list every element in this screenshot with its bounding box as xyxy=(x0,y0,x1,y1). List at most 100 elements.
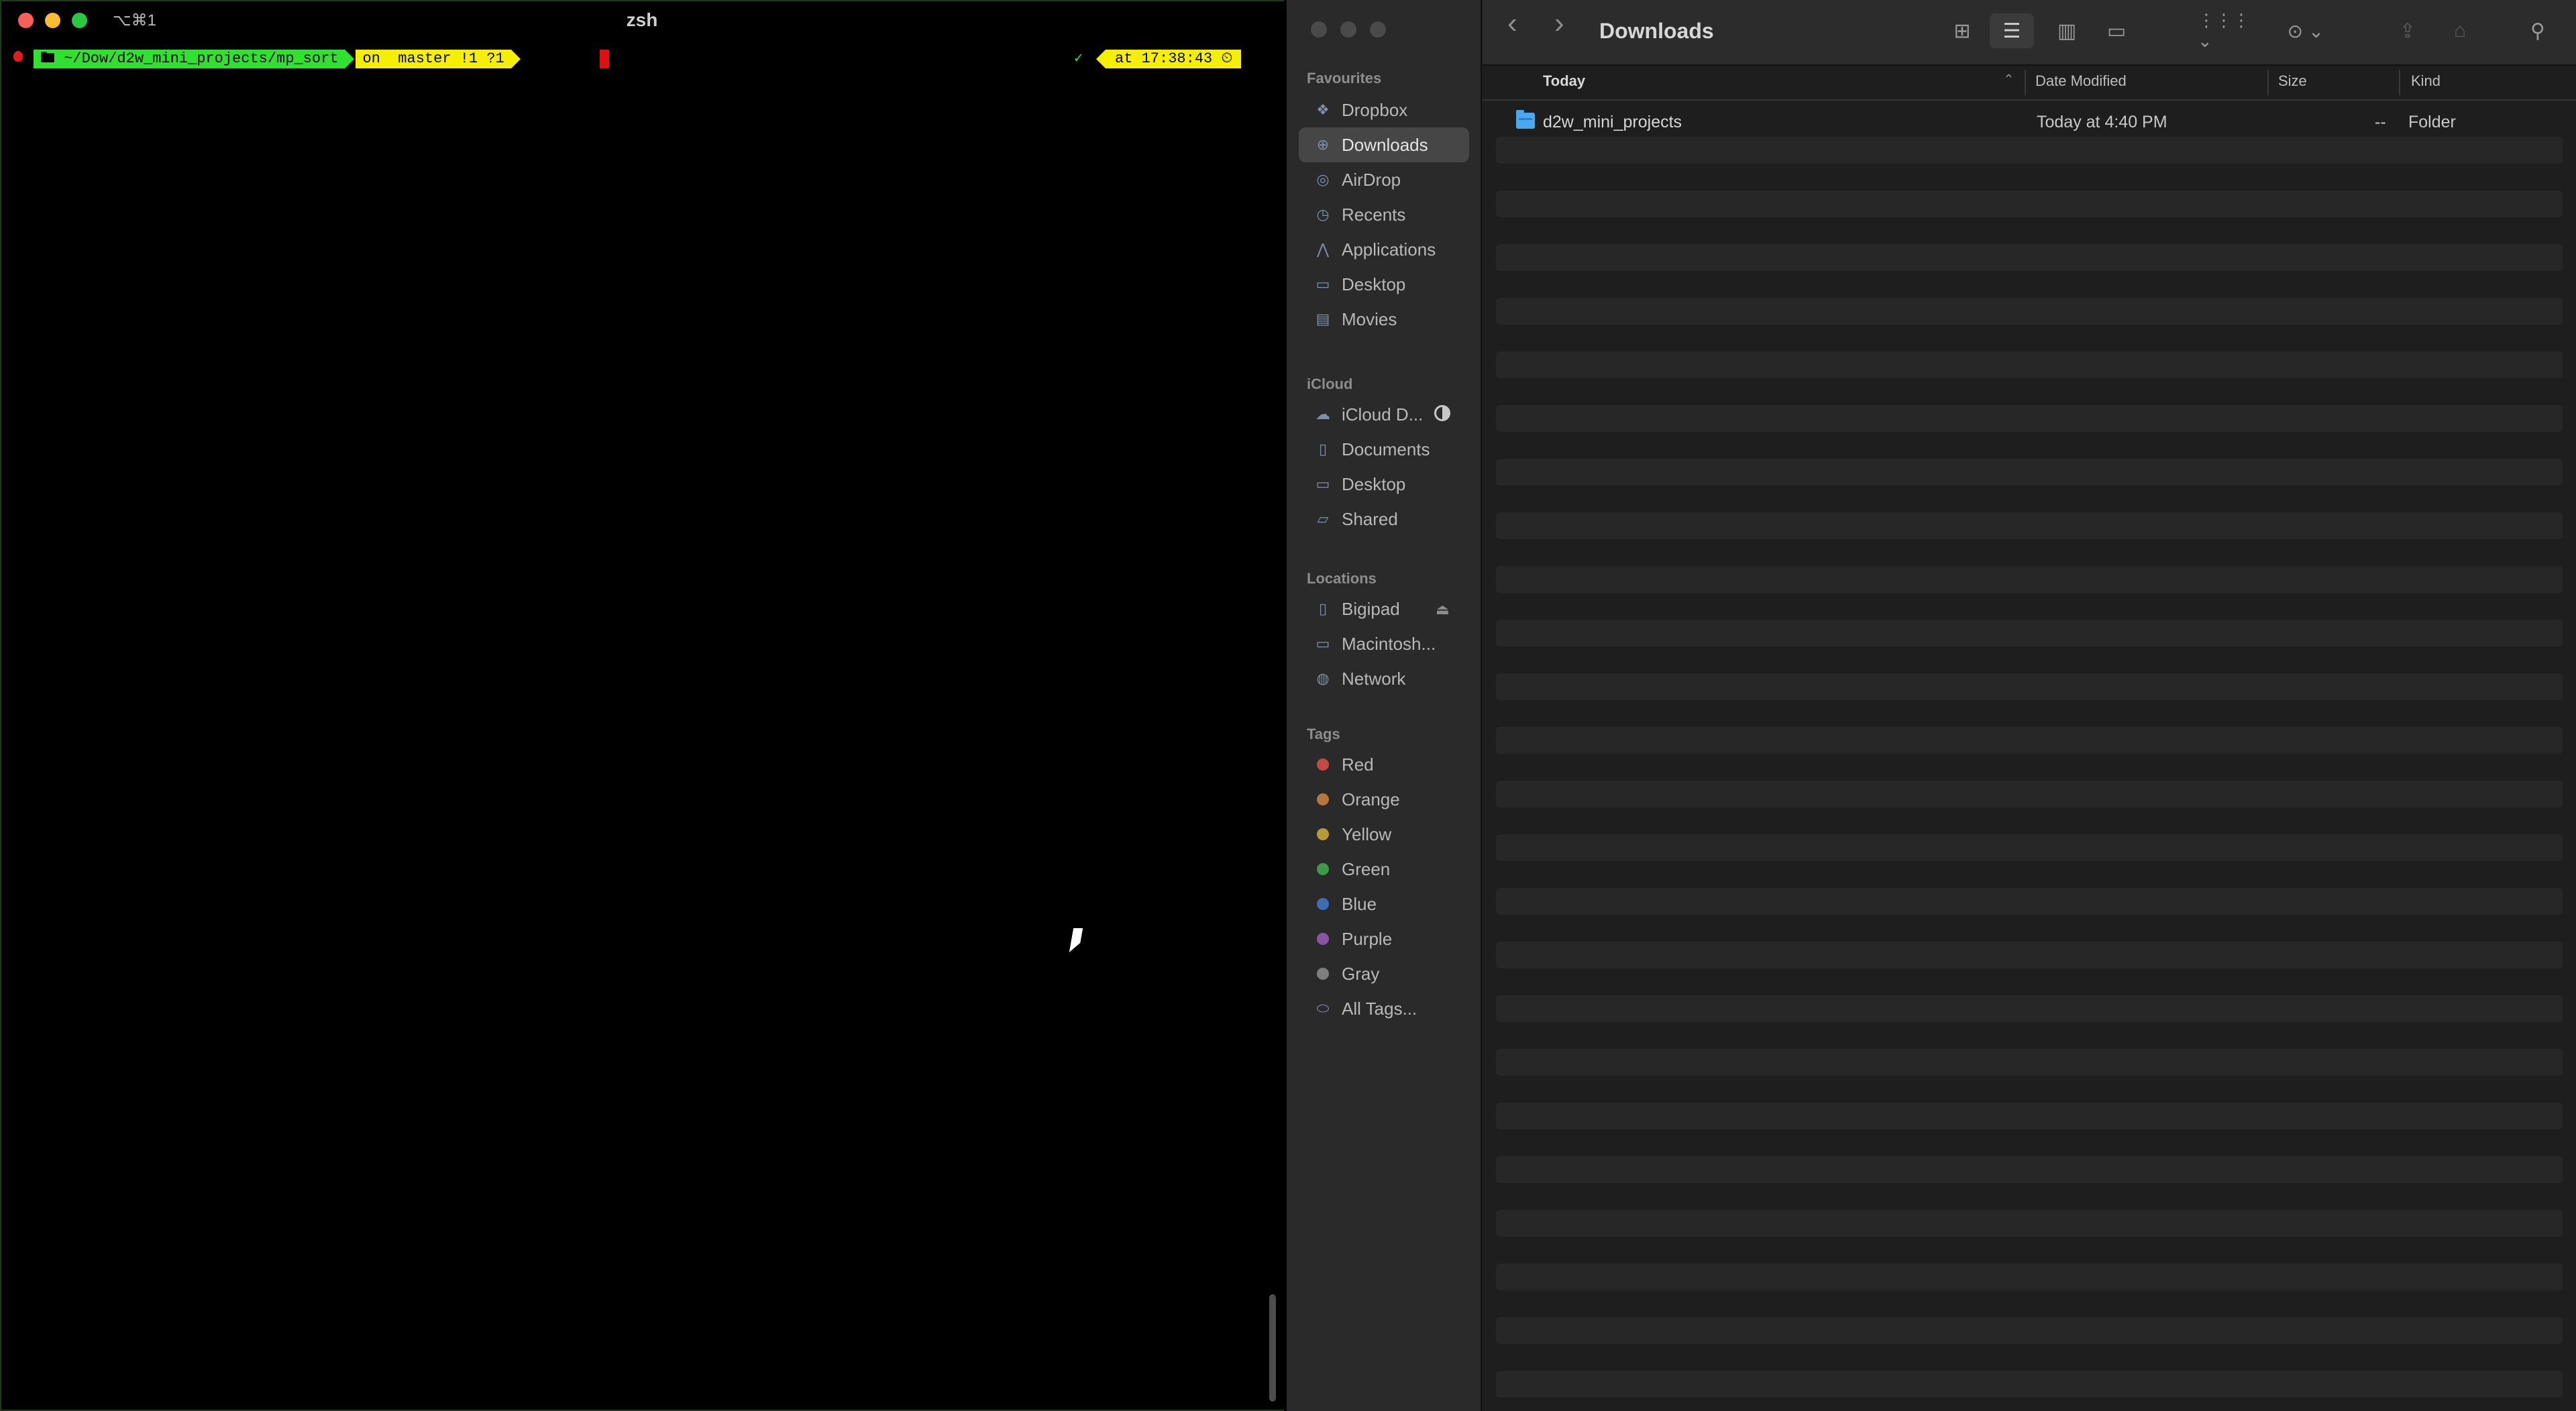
action-menu-button[interactable]: ⊙ ⌄ xyxy=(2275,13,2336,48)
tag-color-dot-icon xyxy=(1313,861,1332,877)
back-icon[interactable]: ‹ xyxy=(1507,9,1517,38)
sidebar-item-applications[interactable]: ⋀ Applications xyxy=(1287,232,1481,267)
finder-scrollbar[interactable] xyxy=(2567,101,2576,1411)
cloud-icon: ☁ xyxy=(1316,406,1330,422)
sidebar-item-label: Orange xyxy=(1342,789,1400,809)
empty-row-band xyxy=(1496,673,2563,700)
sidebar-item-desktop[interactable]: ▭ Desktop xyxy=(1287,267,1481,302)
grid-icon: ⊞ xyxy=(1953,19,1971,42)
prompt-time: at 17:38:43 ⏲ xyxy=(1096,50,1241,68)
file-size: -- xyxy=(2375,113,2386,131)
sidebar-item-recents[interactable]: ◷ Recents xyxy=(1287,197,1481,232)
tags-list: Red Orange Yellow Green Blue Purple Gray ⬭ All T… xyxy=(1287,747,1481,1026)
apple-icon xyxy=(13,51,23,62)
forward-icon[interactable]: › xyxy=(1554,9,1564,38)
sidebar-tag-all-tags[interactable]: ⬭ All Tags... xyxy=(1287,991,1481,1026)
terminal-cursor xyxy=(600,50,609,68)
column-divider[interactable] xyxy=(2025,70,2026,95)
finder-close-button[interactable] xyxy=(1311,21,1327,38)
locations-list: ▯ Bigipad ▭ Macintosh... ◍ Network xyxy=(1287,591,1481,696)
sidebar-section-tags: Tags xyxy=(1307,726,1340,742)
sidebar-item-icloud-icloud-d[interactable]: ☁ iCloud D... xyxy=(1287,397,1481,432)
search-button[interactable]: ⚲ xyxy=(2516,13,2560,48)
disk-icon: ▭ xyxy=(1316,635,1330,652)
sidebar-item-location-macintosh[interactable]: ▭ Macintosh... xyxy=(1287,626,1481,661)
sidebar-item-icloud-shared[interactable]: ▱ Shared xyxy=(1287,502,1481,537)
window-title: Downloads xyxy=(1599,19,1714,43)
list-view-button[interactable]: ☰ xyxy=(1990,13,2034,48)
sidebar-tag-green[interactable]: Green xyxy=(1287,852,1481,887)
prompt-path: 🖿 ~/Dow/d2w_mini_projects/mp_sort xyxy=(34,50,355,68)
sidebar-item-label: Applications xyxy=(1342,239,1436,260)
sidebar-item-icloud-desktop[interactable]: ▭ Desktop xyxy=(1287,467,1481,502)
column-header-size[interactable]: Size xyxy=(2278,72,2307,90)
group-by-button[interactable]: ⋮⋮⋮ ⌄ xyxy=(2198,10,2258,51)
column-divider[interactable] xyxy=(2267,70,2269,95)
icon-view-button[interactable]: ⊞ xyxy=(1940,13,1984,48)
sidebar-tag-gray[interactable]: Gray xyxy=(1287,956,1481,991)
empty-row-band xyxy=(1496,405,2563,432)
sidebar-item-icloud-documents[interactable]: ▯ Documents xyxy=(1287,432,1481,467)
gallery-view-button[interactable]: ▭ xyxy=(2094,13,2139,48)
tag-color-dot-icon xyxy=(1313,966,1332,982)
tag-color-dot-icon xyxy=(1313,756,1332,773)
sidebar-item-downloads[interactable]: ⊕ Downloads xyxy=(1299,127,1469,162)
empty-row-band xyxy=(1496,1317,2563,1344)
column-view-button[interactable]: ▥ xyxy=(2045,13,2089,48)
tag-button[interactable]: ⌂ xyxy=(2438,13,2482,48)
empty-row-band xyxy=(1496,1371,2563,1398)
check-icon: ✓ xyxy=(1074,50,1083,67)
column-header-name[interactable]: Today xyxy=(1543,72,1585,90)
all-tags-icon: ⬭ xyxy=(1316,1000,1330,1017)
empty-row-band xyxy=(1496,781,2563,807)
sidebar-item-label: iCloud D... xyxy=(1342,404,1424,425)
sidebar-tag-orange[interactable]: Orange xyxy=(1287,782,1481,817)
sort-chevron-up-icon[interactable]: ⌃ xyxy=(2003,71,2015,88)
sidebar-tag-yellow[interactable]: Yellow xyxy=(1287,817,1481,852)
finder-zoom-button[interactable] xyxy=(1370,21,1386,38)
prompt-git-status: on master !1 ?1 xyxy=(356,50,521,68)
favourites-list: ❖ Dropbox ⊕ Downloads ◎ AirDrop ◷ Recents ⋀ Appli… xyxy=(1287,93,1481,337)
sidebar-item-location-bigipad[interactable]: ▯ Bigipad xyxy=(1287,591,1481,626)
movies-icon: ▤ xyxy=(1316,311,1330,327)
sidebar-item-movies[interactable]: ▤ Movies xyxy=(1287,302,1481,337)
empty-row-band xyxy=(1496,566,2563,593)
empty-row-band xyxy=(1496,1156,2563,1183)
file-kind: Folder xyxy=(2408,113,2456,131)
sidebar-item-label: Yellow xyxy=(1342,824,1392,844)
eject-icon[interactable]: ⏏ xyxy=(1436,601,1450,618)
terminal-window[interactable] xyxy=(0,0,1284,1411)
column-divider[interactable] xyxy=(2399,70,2400,95)
sidebar-item-label: Green xyxy=(1342,858,1391,879)
terminal-scrollbar-thumb[interactable] xyxy=(1269,1294,1276,1402)
empty-row-band xyxy=(1496,190,2563,217)
empty-row-band xyxy=(1496,1263,2563,1290)
icloud-sync-icon xyxy=(1434,405,1450,421)
icloud-list: ☁ iCloud D... ▯ Documents ▭ Desktop ▱ Shared xyxy=(1287,397,1481,537)
terminal-title: zsh xyxy=(626,9,658,30)
sidebar-item-label: All Tags... xyxy=(1342,998,1417,1019)
empty-row-band xyxy=(1496,512,2563,539)
sidebar-item-label: Dropbox xyxy=(1342,99,1408,120)
globe-icon: ◍ xyxy=(1316,670,1330,687)
sidebar-item-airdrop[interactable]: ◎ AirDrop xyxy=(1287,162,1481,197)
empty-row-band xyxy=(1496,942,2563,968)
sidebar-tag-red[interactable]: Red xyxy=(1287,747,1481,782)
sidebar-item-location-network[interactable]: ◍ Network xyxy=(1287,661,1481,696)
sidebar-tag-blue[interactable]: Blue xyxy=(1287,887,1481,921)
sidebar-tag-purple[interactable]: Purple xyxy=(1287,921,1481,956)
finder-minimize-button[interactable] xyxy=(1340,21,1356,38)
column-header-kind[interactable]: Kind xyxy=(2411,72,2440,90)
empty-row-band xyxy=(1496,995,2563,1022)
dropbox-icon: ❖ xyxy=(1316,101,1330,118)
share-button[interactable]: ⇪ xyxy=(2385,13,2430,48)
sidebar-item-label: Red xyxy=(1342,754,1374,775)
columns-icon: ▥ xyxy=(2057,19,2077,42)
sidebar-section-icloud: iCloud xyxy=(1307,376,1353,392)
sidebar-item-label: Recents xyxy=(1342,204,1406,225)
empty-row-band xyxy=(1496,620,2563,646)
group-icon: ⋮⋮⋮ ⌄ xyxy=(2198,10,2250,51)
column-header-date[interactable]: Date Modified xyxy=(2035,72,2127,90)
file-name: d2w_mini_projects xyxy=(1543,113,1682,131)
sidebar-item-dropbox[interactable]: ❖ Dropbox xyxy=(1287,93,1481,127)
